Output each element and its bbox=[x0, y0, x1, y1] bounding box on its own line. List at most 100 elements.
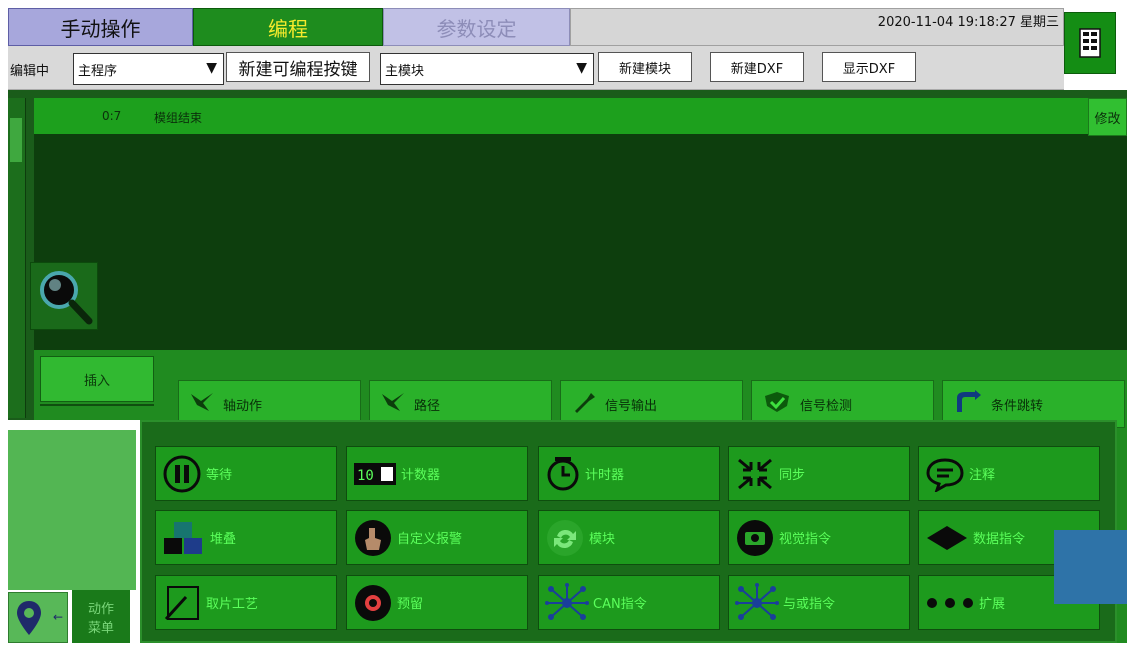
comment-label: 注释 bbox=[969, 468, 996, 483]
can-command[interactable]: CAN指令 bbox=[538, 575, 720, 630]
reserve-command[interactable]: 预留 bbox=[346, 575, 528, 630]
counter-command[interactable]: 10 计数器 bbox=[346, 446, 528, 501]
dropdown-arrow-icon: ▼ bbox=[206, 60, 217, 76]
condition-jump-label: 条件跳转 bbox=[991, 398, 1044, 414]
datetime: 2020-11-04 19:18:27 星期三 bbox=[877, 15, 1059, 30]
keyboard-icon bbox=[1079, 28, 1101, 58]
expand-label: 扩展 bbox=[979, 597, 1006, 612]
svg-text:←: ← bbox=[53, 610, 63, 624]
pick-process-label: 取片工艺 bbox=[206, 597, 259, 612]
tab-program[interactable]: 编程 bbox=[193, 8, 383, 46]
program-select-value: 主程序 bbox=[78, 63, 118, 79]
vision-icon bbox=[735, 518, 775, 558]
tab-manual-label: 手动操作 bbox=[60, 16, 141, 41]
can-label: CAN指令 bbox=[593, 597, 647, 612]
show-dxf-label: 显示DXF bbox=[842, 61, 896, 77]
timer-command[interactable]: 计时器 bbox=[538, 446, 720, 501]
new-module-button[interactable]: 新建模块 bbox=[598, 52, 692, 82]
pick-process-command[interactable]: 取片工艺 bbox=[155, 575, 337, 630]
divider bbox=[40, 404, 154, 406]
timer-label: 计时器 bbox=[585, 468, 625, 483]
path-label: 路径 bbox=[414, 398, 441, 414]
help-tile[interactable] bbox=[1054, 530, 1127, 604]
axis-move-label: 轴动作 bbox=[223, 398, 263, 414]
edit-label: 修改 bbox=[1094, 111, 1121, 127]
insert-button[interactable]: 插入 bbox=[40, 356, 154, 402]
condition-jump-icon bbox=[953, 390, 983, 418]
new-module-label: 新建模块 bbox=[618, 61, 671, 77]
pause-icon bbox=[162, 454, 202, 494]
signal-output-label: 信号输出 bbox=[605, 398, 658, 414]
new-dxf-button[interactable]: 新建DXF bbox=[710, 52, 804, 82]
action-menu-label-1: 动作 bbox=[87, 601, 114, 617]
insert-label: 插入 bbox=[83, 373, 110, 389]
row-number: 0:7 bbox=[102, 109, 122, 123]
tab-params[interactable]: 参数设定 bbox=[383, 8, 570, 46]
reserve-icon bbox=[353, 583, 393, 623]
module-label: 模块 bbox=[589, 532, 616, 547]
comment-command[interactable]: 注释 bbox=[918, 446, 1100, 501]
stack-label: 堆叠 bbox=[210, 532, 237, 547]
data-label: 数据指令 bbox=[973, 532, 1026, 547]
program-row[interactable]: 0:7 模组结束 bbox=[34, 98, 1127, 134]
vision-label: 视觉指令 bbox=[779, 532, 832, 547]
search-button[interactable] bbox=[30, 262, 98, 330]
custom-alarm-icon bbox=[353, 518, 393, 558]
axis-move-icon bbox=[189, 391, 215, 417]
search-icon bbox=[40, 271, 93, 325]
timer-icon bbox=[545, 456, 581, 492]
stack-command[interactable]: 堆叠 bbox=[155, 510, 337, 565]
counter-icon: 10 bbox=[353, 459, 397, 489]
custom-alarm-label: 自定义报警 bbox=[397, 532, 463, 547]
module-command[interactable]: 模块 bbox=[538, 510, 720, 565]
signal-detect-label: 信号检测 bbox=[800, 398, 853, 414]
editing-label: 编辑中 bbox=[10, 64, 50, 79]
counter-label: 计数器 bbox=[401, 468, 441, 483]
pick-process-icon bbox=[162, 583, 202, 623]
left-panel-fill bbox=[8, 430, 136, 590]
custom-alarm-command[interactable]: 自定义报警 bbox=[346, 510, 528, 565]
expand-icon bbox=[925, 593, 975, 613]
new-dxf-label: 新建DXF bbox=[730, 61, 784, 77]
edit-button[interactable]: 修改 bbox=[1088, 98, 1127, 136]
new-prog-key-button[interactable]: 新建可编程按键 bbox=[226, 52, 370, 82]
stack-icon bbox=[162, 518, 206, 558]
sync-label: 同步 bbox=[779, 468, 806, 483]
can-icon bbox=[545, 582, 589, 623]
row-text: 模组结束 bbox=[154, 111, 203, 125]
dropdown-arrow-icon: ▼ bbox=[576, 60, 587, 76]
tab-program-label: 编程 bbox=[268, 16, 308, 41]
module-select[interactable]: 主模块 ▼ bbox=[380, 53, 594, 85]
action-menu-label-2: 菜单 bbox=[87, 620, 114, 636]
tab-params-label: 参数设定 bbox=[436, 16, 517, 41]
comment-icon bbox=[925, 456, 965, 492]
data-icon bbox=[925, 520, 969, 556]
and-or-command[interactable]: 与或指令 bbox=[728, 575, 910, 630]
and-or-icon bbox=[735, 582, 779, 623]
program-list[interactable] bbox=[34, 98, 1127, 350]
signal-output-icon bbox=[571, 391, 597, 417]
location-button[interactable]: ← bbox=[8, 592, 68, 643]
signal-detect-icon bbox=[762, 390, 792, 418]
wait-label: 等待 bbox=[206, 468, 233, 483]
tab-manual[interactable]: 手动操作 bbox=[8, 8, 193, 46]
toolbar: 编辑中 主程序 ▼ 新建可编程按键 主模块 ▼ 新建模块 新建DXF 显示DXF bbox=[8, 46, 1064, 90]
svg-text:10: 10 bbox=[357, 468, 374, 484]
status-bar: 2020-11-04 19:18:27 星期三 bbox=[570, 8, 1064, 46]
module-icon bbox=[545, 518, 585, 558]
sync-icon bbox=[735, 456, 775, 492]
scroll-thumb[interactable] bbox=[10, 118, 22, 162]
action-menu-button[interactable]: 动作 菜单 bbox=[72, 590, 130, 643]
and-or-label: 与或指令 bbox=[783, 597, 836, 612]
reserve-label: 预留 bbox=[397, 597, 424, 612]
program-select[interactable]: 主程序 ▼ bbox=[73, 53, 224, 85]
keyboard-button[interactable] bbox=[1064, 12, 1116, 74]
path-icon bbox=[380, 391, 406, 417]
sync-command[interactable]: 同步 bbox=[728, 446, 910, 501]
show-dxf-button[interactable]: 显示DXF bbox=[822, 52, 916, 82]
location-pin-icon: ← bbox=[17, 601, 63, 635]
wait-command[interactable]: 等待 bbox=[155, 446, 337, 501]
module-select-value: 主模块 bbox=[385, 63, 425, 79]
vision-command[interactable]: 视觉指令 bbox=[728, 510, 910, 565]
new-prog-key-label: 新建可编程按键 bbox=[238, 59, 358, 80]
